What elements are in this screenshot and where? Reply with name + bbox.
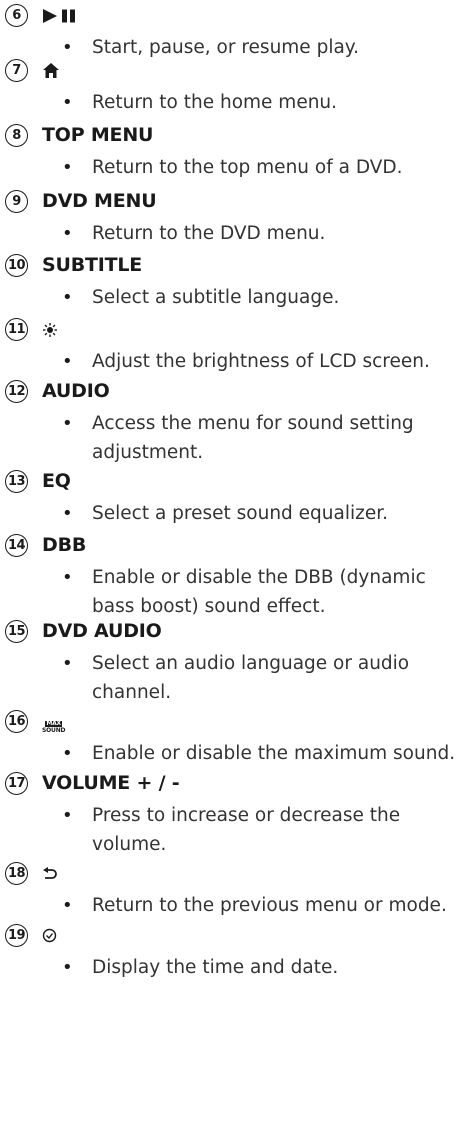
key-heading: 14 DBB	[5, 530, 86, 560]
item-number-badge: 19	[5, 923, 28, 947]
item-number-badge: 13	[5, 469, 28, 493]
item-number-badge: 7	[5, 58, 28, 82]
key-heading: 7	[5, 55, 60, 85]
key-description: channel.	[92, 682, 172, 703]
item-number-badge: 14	[5, 533, 28, 557]
key-description: Select a preset sound equalizer.	[92, 503, 389, 524]
clock-icon	[42, 924, 57, 946]
bullet: •	[62, 653, 73, 674]
bullet: •	[62, 567, 73, 588]
key-heading: 18	[5, 858, 58, 888]
key-description: Adjust the brightness of LCD screen.	[92, 351, 430, 372]
key-label: DVD AUDIO	[42, 620, 162, 642]
item-number-badge: 12	[5, 379, 28, 403]
key-description: Enable or disable the DBB (dynamic	[92, 567, 426, 588]
key-heading: 16 MAX SOUND	[5, 706, 65, 736]
item-number-badge: 18	[5, 861, 28, 885]
key-label: DBB	[42, 534, 87, 556]
max-sound-icon: MAX SOUND	[42, 720, 66, 734]
bullet: •	[62, 351, 73, 372]
item-number-badge: 8	[5, 123, 28, 147]
key-label: TOP MENU	[42, 124, 154, 146]
key-label: AUDIO	[42, 380, 110, 402]
key-description: volume.	[92, 834, 167, 855]
key-description: Return to the DVD menu.	[92, 223, 326, 244]
key-label: EQ	[42, 470, 71, 492]
item-number-badge: 11	[5, 317, 28, 341]
key-description: Press to increase or decrease the	[92, 805, 401, 826]
bullet: •	[62, 157, 73, 178]
key-description: Select an audio language or audio	[92, 653, 410, 674]
play-pause-icon	[42, 4, 80, 26]
key-description: Return to the home menu.	[92, 92, 338, 113]
item-number-badge: 10	[5, 253, 28, 277]
key-description: adjustment.	[92, 442, 204, 463]
home-icon	[42, 59, 60, 81]
bullet: •	[62, 743, 73, 764]
bullet: •	[62, 503, 73, 524]
key-description: Enable or disable the maximum sound.	[92, 743, 456, 764]
key-description: Return to the top menu of a DVD.	[92, 157, 403, 178]
bullet: •	[62, 92, 73, 113]
key-heading: 8 TOP MENU	[5, 120, 153, 150]
key-heading: 11	[5, 314, 58, 344]
item-number-badge: 16	[5, 709, 28, 733]
item-number-badge: 17	[5, 771, 28, 795]
brightness-icon	[42, 318, 58, 340]
item-number-badge: 6	[5, 3, 28, 27]
back-icon	[42, 862, 58, 884]
key-description: Return to the previous menu or mode.	[92, 895, 447, 916]
key-label: VOLUME + / -	[42, 772, 180, 794]
key-description: Select a subtitle language.	[92, 287, 340, 308]
bullet: •	[62, 957, 73, 978]
key-heading: 15 DVD AUDIO	[5, 616, 162, 646]
bullet: •	[62, 413, 73, 434]
key-description: Access the menu for sound setting	[92, 413, 414, 434]
key-description: Display the time and date.	[92, 957, 339, 978]
key-description: Start, pause, or resume play.	[92, 37, 359, 58]
key-heading: 19	[5, 920, 57, 950]
key-heading: 17 VOLUME + / -	[5, 768, 180, 798]
bullet: •	[62, 895, 73, 916]
key-heading: 6	[5, 0, 80, 30]
key-label: SUBTITLE	[42, 254, 143, 276]
key-heading: 9 DVD MENU	[5, 186, 157, 216]
bullet: •	[62, 287, 73, 308]
bullet: •	[62, 37, 73, 58]
key-heading: 12 AUDIO	[5, 376, 110, 406]
bullet: •	[62, 223, 73, 244]
item-number-badge: 15	[5, 619, 28, 643]
key-label: DVD MENU	[42, 190, 157, 212]
key-heading: 13 EQ	[5, 466, 71, 496]
bullet: •	[62, 805, 73, 826]
item-number-badge: 9	[5, 189, 28, 213]
key-heading: 10 SUBTITLE	[5, 250, 142, 280]
